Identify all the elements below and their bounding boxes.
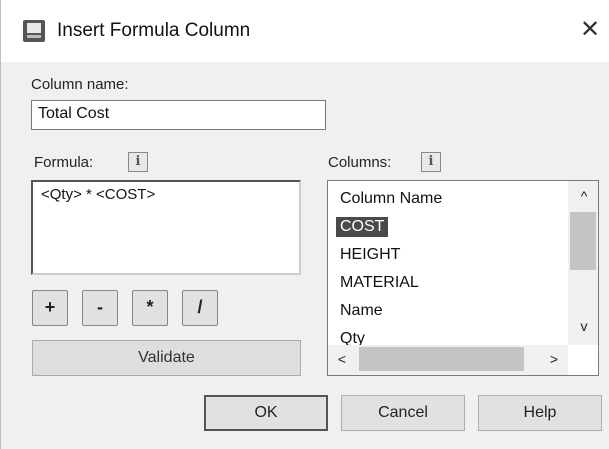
scroll-left-icon[interactable]: < bbox=[334, 351, 350, 367]
cancel-button[interactable]: Cancel bbox=[341, 395, 465, 431]
ok-button[interactable]: OK bbox=[204, 395, 328, 431]
title-bar: Insert Formula Column ✕ bbox=[1, 0, 609, 62]
list-item[interactable]: Name bbox=[336, 301, 387, 321]
formula-input[interactable]: <Qty> * <COST> bbox=[31, 180, 301, 275]
minus-operator-button[interactable]: - bbox=[82, 290, 118, 326]
columns-info-icon[interactable]: i bbox=[421, 152, 441, 172]
vertical-scrollbar-thumb[interactable] bbox=[570, 212, 596, 270]
list-item[interactable]: MATERIAL bbox=[336, 273, 423, 293]
formula-info-icon[interactable]: i bbox=[128, 152, 148, 172]
column-name-input[interactable]: Total Cost bbox=[31, 100, 326, 130]
scroll-down-icon[interactable]: v bbox=[575, 318, 593, 334]
scroll-up-icon[interactable]: ^ bbox=[575, 188, 593, 204]
columns-label: Columns: bbox=[328, 154, 392, 171]
app-icon bbox=[23, 20, 45, 42]
list-item[interactable]: Column Name bbox=[336, 189, 446, 209]
dialog-title: Insert Formula Column bbox=[57, 20, 251, 41]
help-button[interactable]: Help bbox=[478, 395, 602, 431]
plus-operator-button[interactable]: + bbox=[32, 290, 68, 326]
horizontal-scrollbar-thumb[interactable] bbox=[359, 347, 524, 371]
list-item[interactable]: HEIGHT bbox=[336, 245, 404, 265]
insert-formula-column-dialog: Insert Formula Column ✕ Column name: Tot… bbox=[0, 0, 609, 449]
scroll-right-icon[interactable]: > bbox=[546, 351, 562, 367]
close-icon[interactable]: ✕ bbox=[576, 16, 604, 44]
divide-operator-button[interactable]: / bbox=[182, 290, 218, 326]
formula-label: Formula: bbox=[34, 154, 94, 171]
column-name-label: Column name: bbox=[31, 76, 129, 93]
list-item-selected[interactable]: COST bbox=[336, 217, 389, 237]
multiply-operator-button[interactable]: * bbox=[132, 290, 168, 326]
validate-button[interactable]: Validate bbox=[32, 340, 301, 376]
